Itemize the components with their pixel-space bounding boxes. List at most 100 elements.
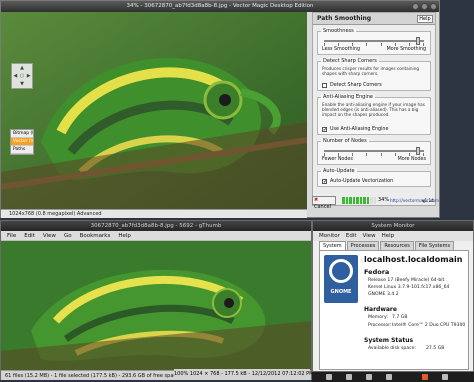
pan-cell bbox=[12, 80, 19, 88]
smoothness-ticks bbox=[324, 43, 424, 46]
view-vector-button[interactable]: Vector (V) bbox=[11, 138, 33, 146]
tray-network-icon[interactable] bbox=[346, 374, 352, 380]
menu-view[interactable]: View bbox=[43, 231, 56, 240]
pan-down-icon[interactable]: ▼ bbox=[19, 80, 26, 88]
sharp-corners-desc: Produces crisper results for images cont… bbox=[322, 66, 420, 76]
view-bitmap-button[interactable]: Bitmap (B) bbox=[11, 130, 33, 138]
distro-name: Fedora bbox=[364, 268, 390, 276]
disk-row: Available disk space: 27.5 GB bbox=[368, 346, 444, 351]
auto-update-label: Auto-Update Vectorization bbox=[330, 179, 394, 184]
tray-volume-icon[interactable] bbox=[366, 374, 372, 380]
vm-title-bar[interactable]: 34% - 30672870_ab7fd3d8a8b-8.jpg - Vecto… bbox=[1, 1, 439, 12]
processor-label: Processor: bbox=[368, 323, 392, 328]
view-paths-button[interactable]: Paths bbox=[11, 146, 33, 154]
sharp-corners-group: Detect Sharp Corners Produces crisper re… bbox=[317, 58, 431, 91]
detect-sharp-corners-checkbox[interactable] bbox=[322, 83, 327, 88]
hardware-heading: Hardware bbox=[364, 306, 397, 313]
gthumb-menu-bar: File Edit View Go Bookmarks Help bbox=[1, 231, 311, 241]
progress-percent: 34% bbox=[378, 197, 390, 203]
gthumb-window: 30672870_ab7fd3d8a8b-8.jpg - 5692 - gThu… bbox=[0, 220, 312, 380]
sm-menu-bar: Monitor Edit View Help bbox=[313, 231, 473, 241]
tray-app-icon[interactable] bbox=[326, 374, 332, 380]
tab-resources[interactable]: Resources bbox=[380, 241, 414, 250]
vm-status-bar: 1024x768 (0.8 megapixel) Advanced bbox=[1, 209, 307, 218]
menu-edit[interactable]: Edit bbox=[24, 231, 35, 240]
smoothness-slider[interactable] bbox=[324, 40, 424, 42]
cancel-button[interactable]: ✖ Cancel bbox=[312, 196, 336, 210]
auto-update-checkbox[interactable]: ✔ bbox=[322, 179, 327, 185]
auto-update-title: Auto-Update bbox=[321, 168, 357, 174]
vm-title: 34% - 30672870_ab7fd3d8a8b-8.jpg - Vecto… bbox=[126, 3, 314, 9]
sharp-corners-title: Detect Sharp Corners bbox=[321, 58, 379, 64]
sm-menu-edit[interactable]: Edit bbox=[346, 231, 357, 241]
gthumb-image-viewer[interactable] bbox=[1, 241, 311, 370]
progress-bar bbox=[342, 197, 376, 204]
sm-menu-view[interactable]: View bbox=[363, 231, 376, 241]
memory-row: Memory: 7.7 GB bbox=[368, 315, 407, 320]
auto-update-group: Auto-Update ✔ Auto-Update Vectorization bbox=[317, 168, 431, 187]
sm-title-bar[interactable]: System Monitor bbox=[313, 221, 473, 231]
gnome-version: GNOME 3.4.2 bbox=[368, 292, 399, 297]
nodes-left-label: Fewer Nodes bbox=[322, 157, 353, 162]
pan-left-icon[interactable]: ◀ bbox=[12, 72, 19, 80]
smoothness-left-label: Less Smoothing bbox=[322, 47, 360, 52]
settings-panel: Path Smoothing Help Smoothness Less Smoo… bbox=[312, 12, 436, 206]
folder-info: 61 files (15.2 MB) - 1 file selected (17… bbox=[5, 373, 180, 379]
menu-go[interactable]: Go bbox=[64, 231, 72, 240]
sm-menu-monitor[interactable]: Monitor bbox=[319, 231, 340, 241]
fedora-logo: GNOME bbox=[324, 255, 358, 303]
progress-segment bbox=[345, 197, 348, 204]
release-info: Release 17 (Beefy Miracle) 64-bit bbox=[368, 278, 445, 283]
anti-aliasing-title: Anti-Aliasing Engine bbox=[321, 94, 375, 100]
vm-bottom-bar: ✖ Cancel 34% http://vectormagic.com v1.1… bbox=[312, 196, 439, 210]
nodes-right-label: More Nodes bbox=[397, 157, 426, 162]
tab-system[interactable]: System bbox=[319, 241, 346, 250]
menu-file[interactable]: File bbox=[7, 231, 16, 240]
nodes-slider-handle[interactable] bbox=[416, 147, 420, 155]
detect-sharp-corners-label: Detect Sharp Corners bbox=[330, 83, 382, 88]
close-icon[interactable] bbox=[430, 3, 437, 10]
progress-segment bbox=[370, 197, 373, 204]
anti-aliasing-desc: Enable the anti-aliasing engine if your … bbox=[322, 102, 425, 117]
sm-title: System Monitor bbox=[371, 223, 415, 229]
memory-label: Memory: bbox=[368, 315, 388, 320]
image-details: 100% 1024 × 768 - 177.5 kB - 12/12/2012 … bbox=[174, 369, 314, 379]
progress-segment bbox=[349, 197, 352, 204]
progress-segment bbox=[352, 197, 355, 204]
fedora-infinity-icon bbox=[329, 259, 353, 283]
maximize-icon[interactable] bbox=[421, 3, 428, 10]
progress-segment bbox=[373, 197, 376, 204]
help-button[interactable]: Help bbox=[417, 15, 433, 23]
tray-user-icon[interactable] bbox=[442, 374, 448, 380]
menu-help[interactable]: Help bbox=[118, 231, 131, 240]
sm-menu-help[interactable]: Help bbox=[382, 231, 395, 241]
progress-segment bbox=[359, 197, 362, 204]
pan-center-icon[interactable]: ○ bbox=[19, 72, 26, 80]
nodes-group: Number of Nodes Fewer Nodes More Nodes bbox=[317, 138, 431, 165]
gthumb-title-bar[interactable]: 30672870_ab7fd3d8a8b-8.jpg - 5692 - gThu… bbox=[1, 221, 311, 231]
chameleon-image bbox=[1, 12, 307, 209]
system-monitor-window: System Monitor Monitor Edit View Help Sy… bbox=[312, 220, 474, 372]
menu-bookmarks[interactable]: Bookmarks bbox=[80, 231, 111, 240]
tab-file-systems[interactable]: File Systems bbox=[414, 241, 455, 250]
tray-power-icon[interactable] bbox=[386, 374, 392, 380]
pan-up-icon[interactable]: ▲ bbox=[19, 64, 26, 72]
disk-label: Available disk space: bbox=[368, 346, 416, 351]
nodes-ticks bbox=[324, 153, 424, 156]
memory-value: 7.7 GB bbox=[392, 315, 408, 320]
cancel-label: Cancel bbox=[314, 204, 331, 210]
tab-processes[interactable]: Processes bbox=[346, 241, 380, 250]
cancel-icon: ✖ bbox=[314, 197, 319, 203]
nodes-slider[interactable] bbox=[324, 150, 424, 152]
vm-preview-canvas[interactable] bbox=[1, 12, 307, 209]
pan-arrows[interactable]: ▲ ◀ ○ ▶ ▼ bbox=[11, 63, 33, 89]
image-info: 1024x768 (0.8 megapixel) Advanced bbox=[9, 211, 102, 217]
progress-segment bbox=[366, 197, 369, 204]
tray-update-icon[interactable] bbox=[422, 374, 428, 380]
progress-segment bbox=[363, 197, 366, 204]
minimize-icon[interactable] bbox=[412, 3, 419, 10]
pan-right-icon[interactable]: ▶ bbox=[25, 72, 32, 80]
smoothness-right-label: More Smoothing bbox=[386, 47, 426, 52]
anti-aliasing-checkbox[interactable]: ✔ bbox=[322, 127, 327, 133]
smoothness-slider-handle[interactable] bbox=[416, 37, 420, 45]
